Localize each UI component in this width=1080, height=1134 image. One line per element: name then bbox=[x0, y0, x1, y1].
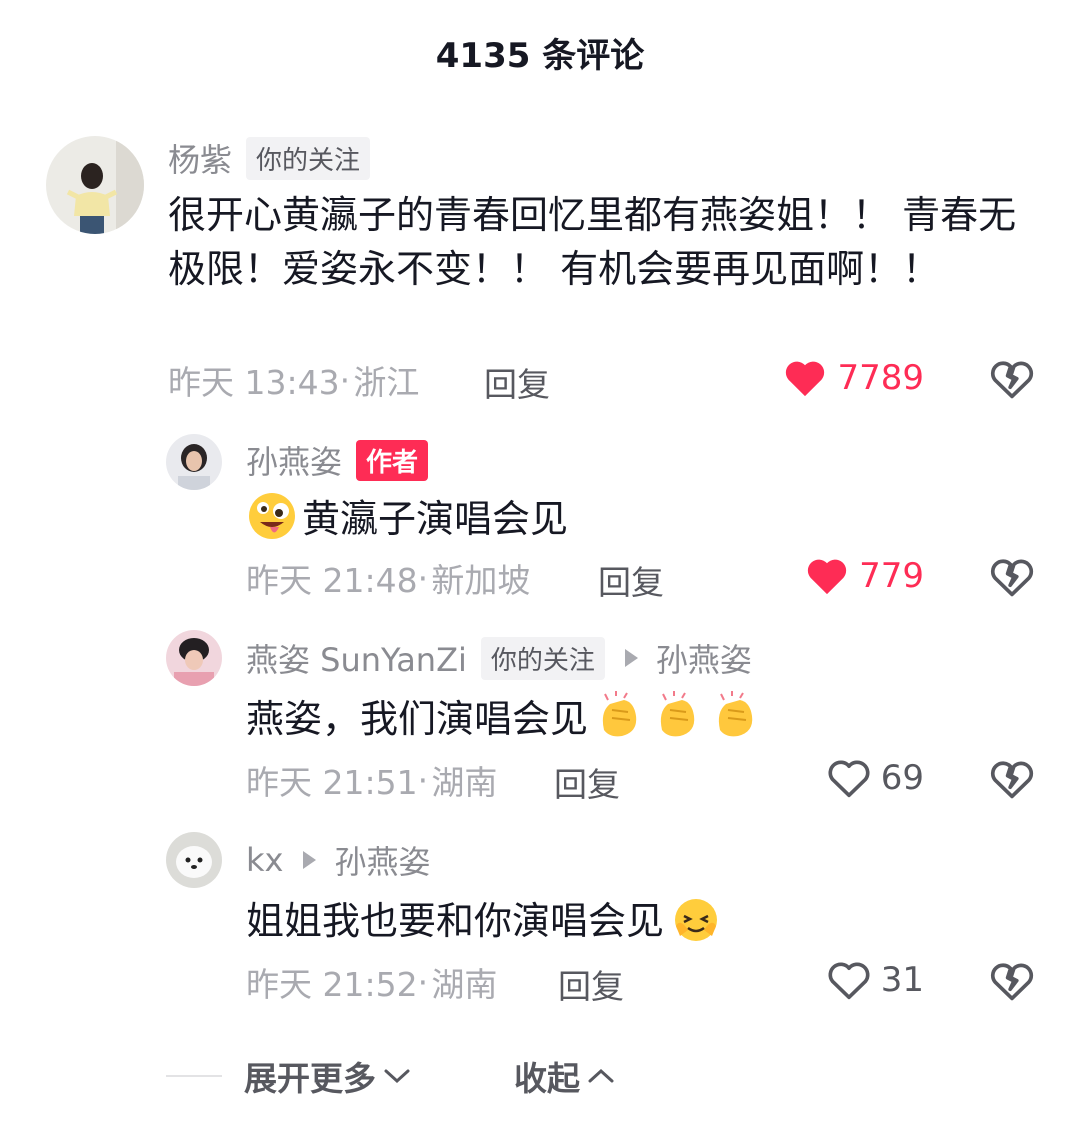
reply-to-username[interactable]: 孙燕姿 bbox=[656, 635, 752, 681]
like-count: 7789 bbox=[837, 358, 924, 398]
username[interactable]: 孙燕姿 bbox=[246, 437, 342, 483]
reply-button[interactable]: 回复 bbox=[598, 556, 664, 604]
following-badge: 你的关注 bbox=[480, 636, 605, 680]
avatar[interactable] bbox=[166, 630, 222, 686]
like-button[interactable]: 69 bbox=[827, 758, 924, 798]
username[interactable]: 杨紫 bbox=[168, 135, 232, 181]
broken-heart-icon bbox=[990, 559, 1034, 597]
reply-text: 黄瀛子演唱会见 bbox=[246, 490, 568, 546]
reply-button[interactable]: 回复 bbox=[558, 960, 624, 1008]
like-count: 779 bbox=[859, 556, 924, 596]
reply-text: 姐姐我也要和你演唱会见 bbox=[246, 892, 722, 948]
clapping-hands-emoji bbox=[602, 691, 637, 737]
clapping-hands-emoji bbox=[660, 691, 695, 737]
reply-meta: 昨天 21:48 · 新加坡 bbox=[246, 558, 531, 601]
chevron-down-icon bbox=[384, 1069, 410, 1084]
clapping-hands-emoji bbox=[718, 691, 753, 737]
reply-meta: 昨天 21:51 · 湖南 bbox=[246, 760, 498, 803]
comment-text: 很开心黄瀛子的青春回忆里都有燕姿姐！！ 青春无极限！爱姿永不变！！ 有机会要再见… bbox=[168, 193, 1017, 291]
like-button[interactable]: 7789 bbox=[783, 358, 924, 398]
page-title: 4135 条评论 bbox=[435, 36, 645, 76]
comment-header: 杨紫 你的关注 bbox=[168, 135, 371, 181]
expand-more-label: 展开更多 bbox=[244, 1059, 376, 1098]
broken-heart-icon bbox=[990, 761, 1034, 799]
dislike-button[interactable] bbox=[990, 556, 1034, 602]
avatar[interactable] bbox=[166, 434, 222, 490]
username[interactable]: kx bbox=[246, 841, 283, 879]
avatar[interactable] bbox=[46, 136, 144, 234]
broken-heart-icon bbox=[990, 361, 1034, 399]
collapse-label: 收起 bbox=[514, 1059, 580, 1098]
avatar[interactable] bbox=[166, 832, 222, 888]
reply-header: 燕姿 SunYanZi 你的关注 孙燕姿 bbox=[246, 636, 752, 680]
zany-face-emoji bbox=[249, 493, 295, 539]
like-count: 69 bbox=[880, 758, 924, 798]
expand-more-button[interactable]: 展开更多 bbox=[244, 1052, 412, 1100]
dislike-button[interactable] bbox=[990, 960, 1034, 1006]
reply-button[interactable]: 回复 bbox=[484, 358, 550, 406]
comment-meta: 昨天 13:43 · 浙江 bbox=[168, 360, 420, 403]
reply-header: kx 孙燕姿 bbox=[246, 838, 430, 882]
like-button[interactable]: 31 bbox=[827, 960, 924, 1000]
username[interactable]: 燕姿 SunYanZi bbox=[246, 635, 467, 681]
reply-text: 燕姿，我们演唱会见 bbox=[246, 690, 762, 746]
following-badge: 你的关注 bbox=[246, 136, 371, 180]
reply-meta: 昨天 21:52 · 湖南 bbox=[246, 962, 498, 1005]
author-badge: 作者 bbox=[356, 439, 429, 481]
broken-heart-icon bbox=[990, 963, 1034, 1001]
dislike-button[interactable] bbox=[990, 758, 1034, 804]
reply-header: 孙燕姿 作者 bbox=[246, 437, 429, 483]
like-button[interactable]: 779 bbox=[805, 556, 924, 596]
reply-button[interactable]: 回复 bbox=[554, 758, 620, 806]
dislike-button[interactable] bbox=[990, 358, 1034, 404]
heart-outline-icon bbox=[828, 962, 870, 1000]
reply-arrow-icon bbox=[624, 649, 638, 667]
chevron-up-icon bbox=[588, 1068, 614, 1083]
heart-filled-icon bbox=[807, 559, 847, 595]
like-count: 31 bbox=[880, 960, 924, 1000]
heart-filled-icon bbox=[786, 361, 825, 397]
divider bbox=[166, 1075, 222, 1077]
collapse-button[interactable]: 收起 bbox=[514, 1052, 616, 1100]
reply-to-username[interactable]: 孙燕姿 bbox=[334, 837, 430, 883]
reply-arrow-icon bbox=[303, 851, 317, 869]
smiling-face-emoji bbox=[675, 899, 718, 941]
heart-outline-icon bbox=[828, 760, 870, 798]
